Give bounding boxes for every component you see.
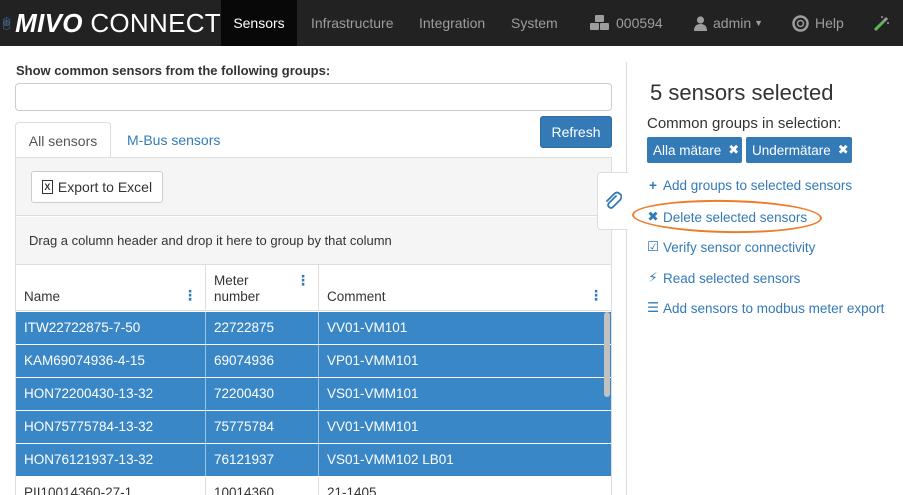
nav-infrastructure[interactable]: Infrastructure: [311, 0, 393, 46]
hexagon-logo-icon: [3, 17, 11, 30]
column-label-meter-number: Meter number: [214, 273, 260, 304]
tab-all-sensors[interactable]: All sensors: [15, 122, 111, 158]
column-label-name: Name: [24, 289, 61, 304]
caret-down-icon: ▼: [754, 18, 764, 28]
brand[interactable]: MIVO CONNECT: [0, 0, 221, 46]
group-chip-label: Alla mätare: [653, 142, 722, 158]
action-label: Verify sensor connectivity: [663, 239, 816, 255]
cell-meter-number: 72200430: [206, 378, 319, 410]
column-menu-icon[interactable]: ⋮: [296, 273, 310, 287]
cell-name: KAM69074936-4-15: [16, 345, 206, 377]
brand-name-bold: MIVO: [15, 8, 83, 38]
remove-group-icon[interactable]: ✖: [838, 142, 849, 158]
top-navbar: MIVO CONNECT Sensors Infrastructure Inte…: [0, 0, 903, 46]
cell-comment: 21-1405: [327, 485, 377, 495]
sensors-grid: X Export to Excel Drag a column header a…: [15, 157, 612, 495]
brand-name-rest: CONNECT: [82, 8, 221, 38]
table-row[interactable]: PII10014360-27-1 10014360 21-1405: [16, 477, 611, 495]
check-square-icon: ☑: [647, 239, 660, 254]
action-label: Add groups to selected sensors: [663, 178, 853, 193]
export-excel-label: Export to Excel: [57, 179, 153, 195]
column-menu-icon[interactable]: ⋮: [183, 288, 197, 302]
selection-title: 5 sensors selected: [650, 80, 834, 105]
cell-meter-number: 76121937: [206, 444, 319, 476]
user-icon: [694, 15, 707, 31]
group-filter-input[interactable]: [15, 83, 612, 111]
vertical-scrollbar[interactable]: [604, 312, 610, 397]
column-header-name[interactable]: Name ⋮: [16, 265, 206, 311]
tab-mbus-sensors[interactable]: M-Bus sensors: [127, 122, 220, 158]
file-excel-icon: X: [41, 180, 53, 194]
magic-wand-icon: [873, 15, 889, 31]
list-icon: ☰: [647, 300, 660, 315]
cell-meter-number: 22722875: [206, 312, 319, 344]
panel-divider: [626, 62, 627, 495]
cell-name: HON72200430-13-32: [16, 378, 206, 410]
cell-name: PII10014360-27-1: [16, 477, 206, 495]
group-drop-area[interactable]: Drag a column header and drop it here to…: [16, 217, 611, 265]
cell-comment: VV01-VM101: [327, 320, 408, 335]
life-ring-icon: [792, 14, 809, 32]
cell-comment: VS01-VMM101: [327, 386, 419, 401]
paperclip-toggle-button[interactable]: [597, 172, 628, 230]
add-groups-action[interactable]: + Add groups to selected sensors: [647, 178, 852, 193]
table-row[interactable]: HON72200430-13-32 72200430 VS01-VMM101: [16, 378, 611, 411]
nav-user-menu[interactable]: admin ▼: [694, 0, 763, 46]
action-label: Add sensors to modbus meter export: [663, 300, 885, 316]
highlight-annotation-circle: [631, 198, 823, 235]
nav-help[interactable]: Help: [792, 0, 844, 46]
help-label: Help: [815, 15, 844, 31]
remove-group-icon[interactable]: ✖: [728, 142, 739, 158]
table-row[interactable]: KAM69074936-4-15 69074936 VP01-VMM101: [16, 345, 611, 378]
group-chip: Alla mätare ✖: [647, 137, 742, 163]
group-chip-label: Undermätare: [752, 142, 831, 158]
cell-comment: VP01-VMM101: [327, 353, 419, 368]
cell-name: HON75775784-13-32: [16, 411, 206, 443]
read-sensors-action[interactable]: ⚡ Read selected sensors: [647, 270, 800, 286]
table-row[interactable]: HON75775784-13-32 75775784 VV01-VMM101: [16, 411, 611, 444]
cell-comment: VV01-VMM101: [327, 419, 419, 434]
refresh-button[interactable]: Refresh: [540, 116, 612, 148]
organization-id: 000594: [616, 15, 663, 31]
column-header-comment[interactable]: Comment ⋮: [319, 265, 611, 311]
grid-header: Name ⋮ Meter number ⋮ Comment ⋮: [16, 265, 611, 311]
common-groups-label: Common groups in selection:: [647, 115, 842, 132]
column-header-meter-number[interactable]: Meter number ⋮: [206, 265, 319, 311]
nav-sensors[interactable]: Sensors: [221, 0, 297, 46]
cell-name: HON76121937-13-32: [16, 444, 206, 476]
nav-integration[interactable]: Integration: [419, 0, 485, 46]
cell-meter-number: 10014360: [206, 477, 319, 495]
group-chip: Undermätare ✖: [746, 137, 852, 163]
action-label: Read selected sensors: [663, 270, 801, 286]
grid-toolbar: X Export to Excel: [16, 158, 611, 216]
nav-system[interactable]: System: [511, 0, 558, 46]
cubes-icon: [590, 15, 609, 30]
cell-comment: VS01-VMM102 LB01: [327, 452, 454, 467]
modbus-export-action[interactable]: ☰ Add sensors to modbus meter export: [647, 300, 884, 316]
cell-meter-number: 69074936: [206, 345, 319, 377]
column-menu-icon[interactable]: ⋮: [589, 288, 603, 302]
verify-connectivity-action[interactable]: ☑ Verify sensor connectivity: [647, 239, 815, 255]
bolt-icon: ⚡: [648, 270, 658, 285]
username: admin: [713, 15, 752, 31]
magic-wand-button[interactable]: [873, 0, 890, 46]
plus-icon: +: [649, 178, 657, 193]
cell-meter-number: 75775784: [206, 411, 319, 443]
table-row[interactable]: HON76121937-13-32 76121937 VS01-VMM102 L…: [16, 444, 611, 477]
column-label-comment: Comment: [327, 289, 386, 304]
nav-organization[interactable]: 000594: [589, 0, 663, 46]
paperclip-icon: [606, 191, 622, 209]
export-excel-button[interactable]: X Export to Excel: [31, 171, 163, 203]
grid-body: ITW22722875-7-50 22722875 VV01-VM101 KAM…: [16, 312, 611, 495]
group-filter-label: Show common sensors from the following g…: [16, 63, 331, 78]
table-row[interactable]: ITW22722875-7-50 22722875 VV01-VM101: [16, 312, 611, 345]
cell-name: ITW22722875-7-50: [16, 312, 206, 344]
